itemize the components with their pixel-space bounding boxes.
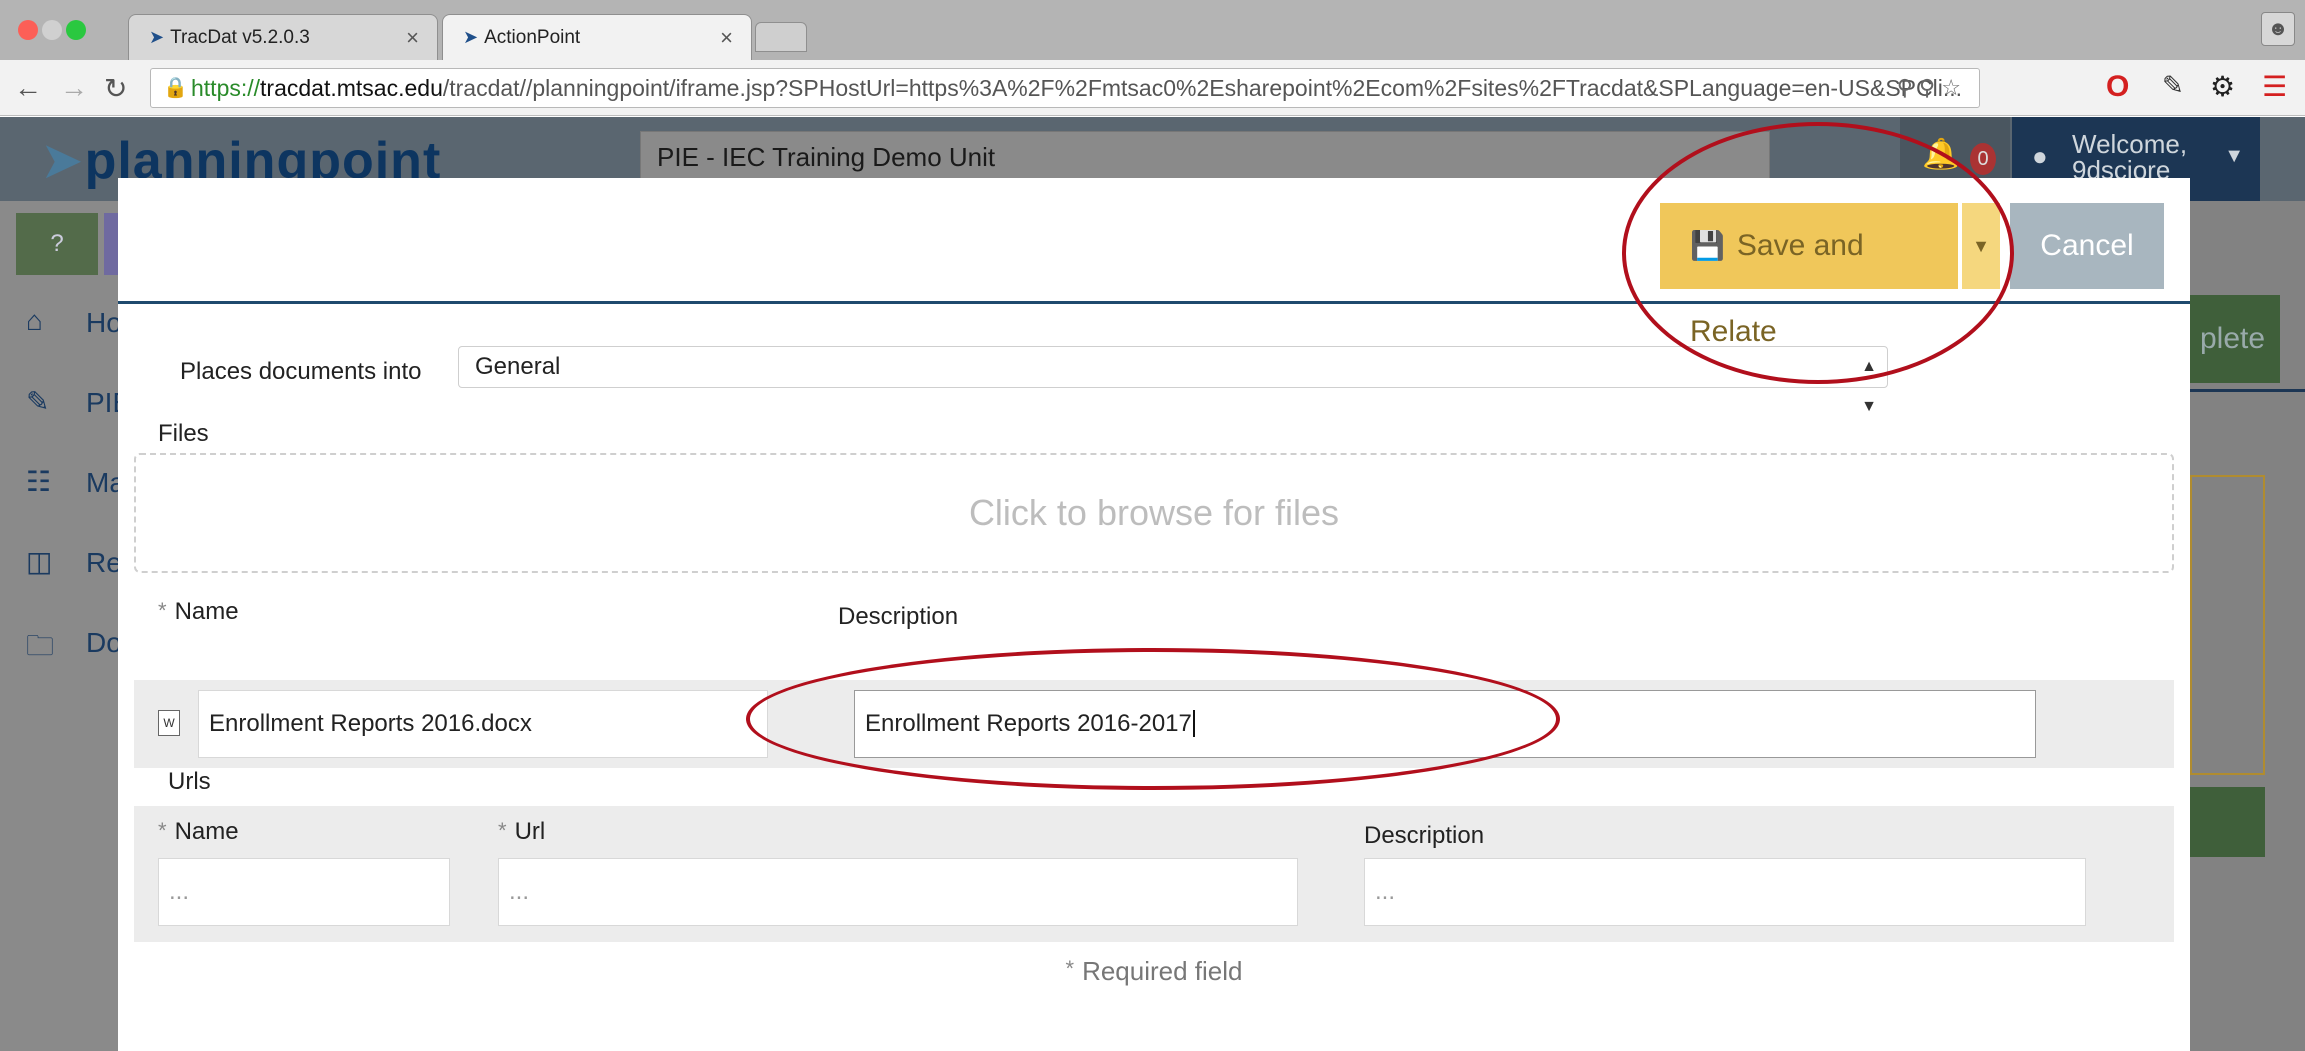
file-name-column-header: * Name <box>158 598 239 625</box>
pin-icon[interactable]: ⚲ <box>1897 75 1913 100</box>
notification-count-badge: 0 <box>1970 143 1996 175</box>
url-name-column-header: * Name <box>158 818 239 845</box>
sitemap-icon[interactable]: ☷ <box>26 465 51 498</box>
required-star-icon: * <box>158 598 167 623</box>
browser-menu-icon[interactable]: ☰ <box>2262 70 2287 103</box>
folder-icon[interactable]: 🗀 <box>26 625 54 673</box>
tab-label: TracDat v5.2.0.3 <box>170 26 310 48</box>
file-description-input[interactable]: Enrollment Reports 2016-2017 <box>854 690 2036 758</box>
bell-icon: 🔔 <box>1922 138 1960 171</box>
actionpoint-logo-icon: ➤ <box>463 27 479 47</box>
tab-close-icon[interactable]: × <box>406 25 419 51</box>
zoom-icon[interactable]: ⚲ <box>1919 75 1935 100</box>
browser-tab-bar: ➤ TracDat v5.2.0.3 × ➤ ActionPoint × ☻ <box>0 0 2305 60</box>
user-profile-icon[interactable]: ☻ <box>2261 12 2295 46</box>
lock-icon: 🔒 <box>163 77 188 99</box>
back-arrow-icon[interactable]: ← <box>14 72 42 104</box>
complete-button[interactable]: plete <box>2190 295 2280 383</box>
url-column-header: * Url <box>498 818 546 845</box>
required-star-icon: * <box>1065 956 1075 981</box>
opera-extension-icon[interactable]: O <box>2106 70 2129 104</box>
required-star-icon: * <box>498 818 507 843</box>
file-name-input[interactable]: Enrollment Reports 2016.docx <box>198 690 768 758</box>
save-disk-icon: 💾 <box>1690 230 1725 261</box>
user-icon: ● <box>2032 141 2048 171</box>
reload-icon[interactable]: ↻ <box>104 72 127 105</box>
url-scheme: https:// <box>191 75 261 101</box>
unit-select[interactable]: PIE - IEC Training Demo Unit <box>640 131 1770 183</box>
file-dropzone[interactable]: Click to browse for files <box>134 453 2174 573</box>
forward-arrow-icon[interactable]: → <box>60 72 88 104</box>
right-panel <box>2190 475 2265 775</box>
tab-label: ActionPoint <box>484 26 581 48</box>
url-path: /tracdat//planningpoint/iframe.jsp?SPHos… <box>442 75 1963 101</box>
url-input[interactable]: ... <box>498 858 1298 926</box>
bookmark-star-icon[interactable]: ☆ <box>1941 75 1961 100</box>
window-zoom-button[interactable] <box>66 20 86 40</box>
urls-section-label: Urls <box>168 768 211 795</box>
file-row: W Enrollment Reports 2016.docx Enrollmen… <box>134 680 2174 768</box>
required-field-note: * Required field <box>1065 956 1243 986</box>
tab-close-icon[interactable]: × <box>720 25 733 51</box>
select-arrows-icon: ▲ ▼ <box>1861 358 1877 415</box>
places-documents-select[interactable]: General ▲ ▼ <box>458 346 1888 415</box>
tab-tracdat[interactable]: ➤ TracDat v5.2.0.3 × <box>128 14 438 60</box>
save-options-dropdown[interactable]: ▼ <box>1962 203 2000 289</box>
sidebar-item-re[interactable]: Re <box>86 547 122 579</box>
omnibox-icons: ⚲ ⚲ ☆ <box>1897 69 1961 107</box>
file-description-column-header: Description <box>838 603 959 630</box>
tracdat-logo-icon: ➤ <box>149 27 165 47</box>
places-documents-label: Places documents into <box>180 358 422 385</box>
window-close-button[interactable] <box>18 20 38 40</box>
address-bar[interactable]: 🔒 https://tracdat.mtsac.edu/tracdat//pla… <box>150 68 1980 108</box>
places-documents-value: General <box>475 353 561 380</box>
divider <box>2190 389 2305 392</box>
url-host: tracdat.mtsac.edu <box>260 75 443 101</box>
new-tab-button[interactable] <box>755 22 807 52</box>
modal-header: 💾 Save and Relate ▼ Cancel <box>118 178 2190 348</box>
columns-icon[interactable]: ◫ <box>26 545 52 578</box>
pencil-icon[interactable]: ✎ <box>26 385 49 418</box>
help-button[interactable]: ? <box>16 213 98 275</box>
sidebar-item-home[interactable]: Ho <box>86 307 122 339</box>
urls-row: * Name * Url Description ... ... ... <box>134 806 2174 942</box>
url-name-input[interactable]: ... <box>158 858 450 926</box>
chevron-down-icon: ▼ <box>2224 145 2244 167</box>
save-and-relate-button[interactable]: 💾 Save and Relate <box>1660 203 1958 348</box>
files-section-label: Files <box>158 420 209 447</box>
eyedropper-extension-icon[interactable]: ✎ <box>2162 70 2184 101</box>
url-description-input[interactable]: ... <box>1364 858 2086 926</box>
right-green-panel <box>2190 787 2265 857</box>
url-description-column-header: Description <box>1364 822 1485 849</box>
cancel-button[interactable]: Cancel <box>2010 203 2164 289</box>
window-minimize-button[interactable] <box>42 20 62 40</box>
caret-down-icon: ▼ <box>1972 236 1990 256</box>
settings-extension-icon[interactable]: ⚙ <box>2210 70 2235 103</box>
sidebar-item-do[interactable]: Do <box>86 627 122 659</box>
word-document-icon: W <box>158 710 180 736</box>
tab-actionpoint[interactable]: ➤ ActionPoint × <box>442 14 752 60</box>
required-star-icon: * <box>158 818 167 843</box>
add-documents-modal: 💾 Save and Relate ▼ Cancel Places documen… <box>118 178 2190 1051</box>
home-icon[interactable]: ⌂ <box>26 305 43 337</box>
browser-toolbar: ← → ↻ 🔒 https://tracdat.mtsac.edu/tracda… <box>0 60 2305 116</box>
